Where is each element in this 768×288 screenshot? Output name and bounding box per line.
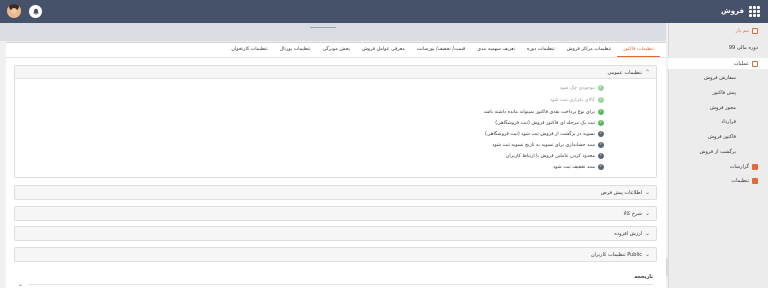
section-title: ارزش افزوده	[614, 231, 642, 237]
sidebar-item-sales-permit[interactable]: مجوز فروش	[710, 105, 736, 111]
option-check-stock: موجودی چک شود ✓	[560, 85, 604, 91]
sidebar-item-label: دوره مالی 99	[728, 45, 758, 51]
option-return-settlement[interactable]: تسویه در برگشت از فروش ثبت شود (ثبت فروش…	[485, 131, 604, 137]
section-general-settings: ⌃ تنظیمات عمومی موجودی چک شود ✓ کالای تک…	[14, 65, 657, 178]
option-label: ثبت یک مرحله ای فاکتور فروش (ثبت فروشگاه…	[495, 120, 595, 126]
bell-icon[interactable]	[29, 5, 42, 18]
chevron-up-icon[interactable]: ⌃	[645, 69, 650, 76]
option-label: سند تخفیف ثبت شود	[553, 164, 595, 170]
section-header[interactable]: ⌃ تنظیمات عمومی	[15, 66, 656, 79]
sidebar-item-operations[interactable]: عملیات	[668, 58, 768, 69]
sidebar-item-sales-return[interactable]: برگشت از فروش	[699, 149, 736, 155]
section-title: اطلاعات پیش فرض	[600, 190, 642, 196]
check-icon: ✓	[598, 96, 604, 103]
scrollbar[interactable]	[666, 258, 669, 276]
chevron-down-icon[interactable]: ⌄	[645, 210, 650, 217]
tab-portal-settings[interactable]: تنظیمات پورتال	[274, 43, 317, 57]
tab-sales-center-settings[interactable]: تنظیمات مراکز فروش	[561, 43, 618, 57]
section-public-users[interactable]: ⌄ تنظیمات کاربران Public	[14, 247, 657, 262]
sidebar-item-label: فاکتور فروش	[707, 134, 736, 140]
option-label: کالای تکراری ثبت شود	[550, 97, 595, 103]
check-icon[interactable]: ✓	[598, 164, 604, 170]
user-avatar[interactable]	[7, 4, 21, 18]
option-label: محدود کردن عاملین فروش با ارتباط کاربران	[505, 153, 595, 159]
sidebar-item-label: سفارش فروش	[703, 75, 736, 81]
option-accounting-doc-date[interactable]: سند حسابداری برای تسویه به تاریخ تسویه ث…	[492, 142, 604, 148]
history-section: تاریخچه ⌄	[14, 271, 657, 288]
check-icon[interactable]: ✓	[598, 109, 604, 115]
option-discount-doc[interactable]: سند تخفیف ثبت شود ✓	[553, 164, 604, 170]
tab-period-settings[interactable]: تنظیمات دوره	[521, 43, 561, 57]
option-duplicate-item: کالای تکراری ثبت شود ✓	[550, 97, 604, 103]
option-label: سند حسابداری برای تسویه به تاریخ تسویه ث…	[492, 142, 595, 148]
sidebar-item-label: برگشت از فروش	[699, 149, 736, 155]
section-title: تنظیمات عمومی	[607, 70, 642, 76]
tab-invoice-settings[interactable]: تنظیمات فاکتور	[617, 43, 660, 57]
resize-handle[interactable]	[310, 27, 336, 28]
section-default-info[interactable]: ⌄ اطلاعات پیش فرض	[14, 185, 657, 200]
chevron-down-icon[interactable]: ⌄	[645, 251, 650, 258]
sidebar-item-sales-order[interactable]: سفارش فروش	[704, 75, 736, 81]
history-title: تاریخچه	[634, 274, 653, 280]
apps-grid-icon[interactable]	[749, 6, 760, 17]
sidebar-item-label: عملیات	[733, 60, 749, 67]
check-icon[interactable]: ✓	[598, 142, 604, 148]
section-item-description[interactable]: ⌄ شرح کالا	[14, 206, 657, 221]
option-limit-agents[interactable]: محدود کردن عاملین فروش با ارتباط کاربران…	[506, 153, 604, 159]
sidebar-item-team[interactable]: تیم یار	[736, 28, 758, 34]
app-title: فروش	[721, 7, 744, 15]
sidebar-item-proforma[interactable]: پیش فاکتور	[712, 90, 736, 96]
option-one-step-invoice[interactable]: ثبت یک مرحله ای فاکتور فروش (ثبت فروشگاه…	[495, 120, 604, 126]
sidebar-item-label: قرارداد	[721, 119, 736, 125]
tab-price-discount-commission[interactable]: قیمت/ تخفیف/ پورسانت	[411, 43, 471, 57]
sidebar-item-reports[interactable]: گزارشات	[730, 164, 758, 170]
tab-quota-definition[interactable]: تعریف سهمیه بندی	[471, 43, 521, 57]
sidebar-item-fiscal-year[interactable]: دوره مالی 99	[729, 45, 758, 51]
main-panel: تنظیمات فاکتور تنظیمات مراکز فروش تنظیما…	[6, 42, 669, 288]
chevron-down-icon[interactable]: ⌄	[645, 230, 650, 237]
sidebar-item-label: تیم یار	[735, 28, 749, 34]
sidebar-item-label: پیش فاکتور	[712, 90, 736, 96]
header-strip	[0, 23, 666, 41]
option-label: تسویه در برگشت از فروش ثبت شود (ثبت فروش…	[485, 131, 595, 137]
section-vat[interactable]: ⌄ ارزش افزوده	[14, 226, 657, 241]
sidebar-item-sales-invoice[interactable]: فاکتور فروش	[708, 134, 736, 140]
check-icon[interactable]: ✓	[598, 131, 604, 137]
plus-box-icon	[752, 164, 758, 170]
plus-box-icon	[752, 178, 758, 184]
sidebar-item-settings[interactable]: تنظیمات	[731, 178, 758, 184]
sidebar-item-label: گزارشات	[729, 164, 749, 170]
option-label: برای نوع پرداخت نقدی فاکتور نمیتواند مان…	[483, 109, 595, 115]
section-title: تنظیمات کاربران Public	[590, 252, 642, 258]
option-label: موجودی چک شود	[559, 85, 595, 91]
user-icon	[752, 28, 758, 34]
sidebar-item-contract[interactable]: قرارداد	[721, 119, 736, 125]
top-bar: فروش	[0, 0, 768, 23]
tab-capillary-distribution[interactable]: پخش مویرگی	[317, 43, 356, 57]
check-icon[interactable]: ✓	[598, 153, 604, 159]
option-cash-no-balance[interactable]: برای نوع پرداخت نقدی فاکتور نمیتواند مان…	[484, 109, 604, 115]
tab-sales-agents[interactable]: معرفی عوامل فروش	[356, 43, 411, 57]
sidebar-item-label: تنظیمات	[731, 178, 749, 184]
minus-box-icon	[752, 60, 758, 67]
sidebar: تیم یار دوره مالی 99 عملیات سفارش فروش پ…	[668, 23, 768, 288]
tab-divider	[6, 57, 666, 58]
tab-bar: تنظیمات فاکتور تنظیمات مراکز فروش تنظیما…	[225, 43, 660, 57]
check-icon: ✓	[598, 84, 604, 91]
sidebar-item-label: مجوز فروش	[709, 105, 736, 111]
section-title: شرح کالا	[623, 211, 642, 217]
chevron-down-icon[interactable]: ⌄	[645, 189, 650, 196]
tab-card-reader-settings[interactable]: تنظیمات کارتخوان	[225, 43, 273, 57]
chevron-down-icon[interactable]: ⌄	[18, 281, 23, 288]
check-icon[interactable]: ✓	[598, 120, 604, 126]
divider	[28, 284, 653, 285]
